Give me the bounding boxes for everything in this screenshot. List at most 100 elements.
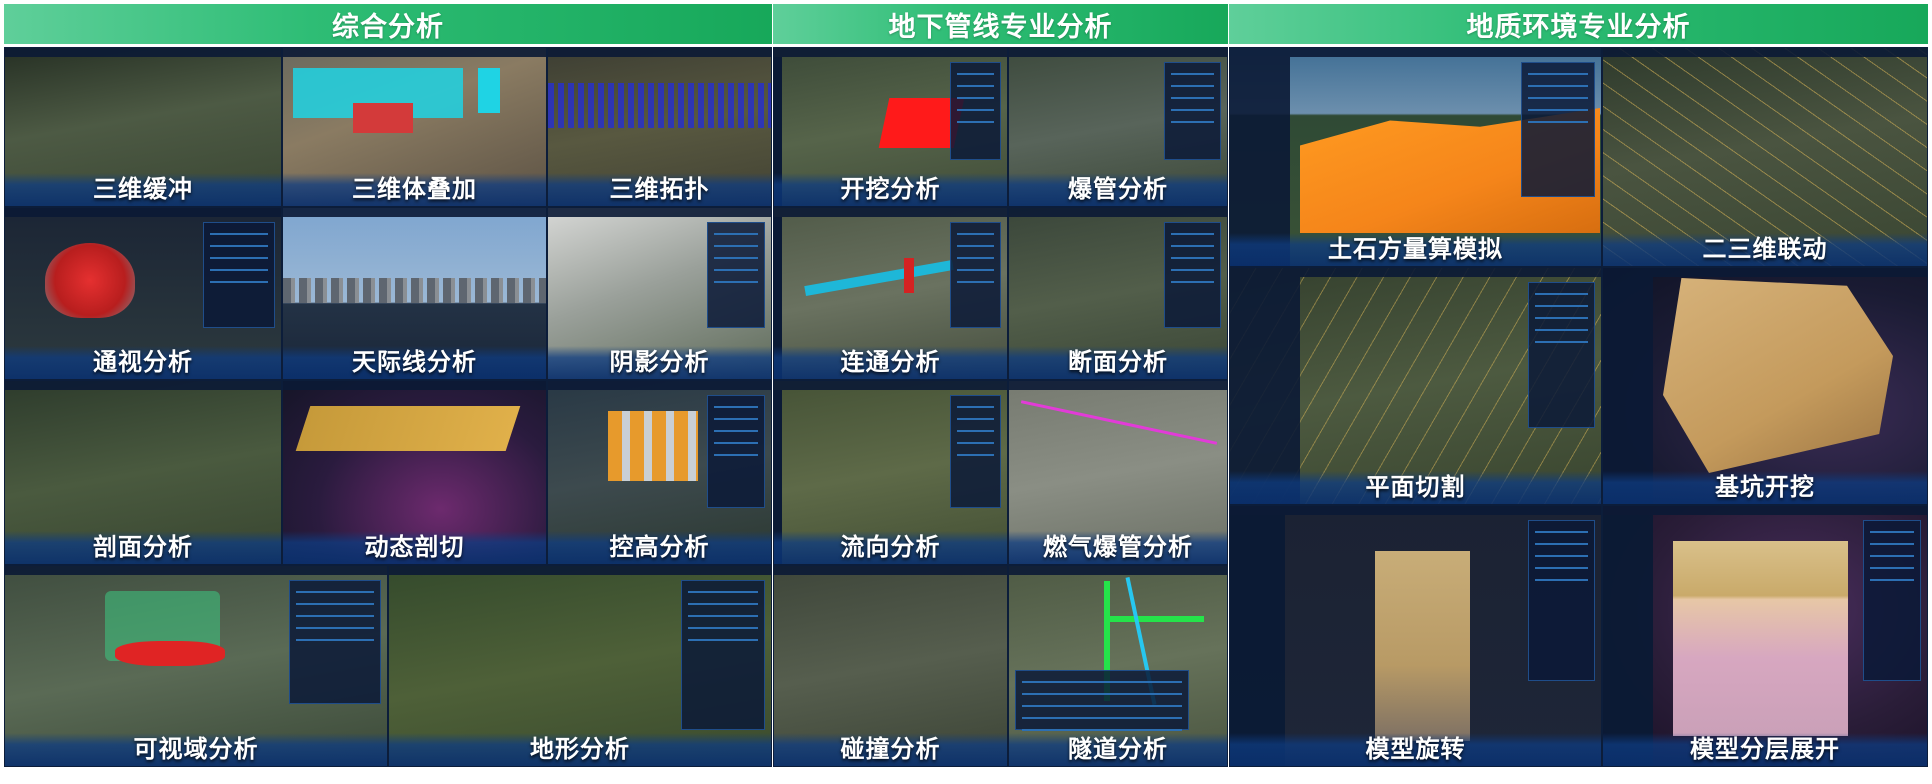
tile-label: 模型旋转: [1365, 735, 1466, 763]
tile-connectivity-analysis[interactable]: 连通分析: [773, 207, 1008, 380]
orange-building-caps: [608, 411, 698, 481]
tile-label: 天际线分析: [352, 348, 477, 376]
app-toolbar: [774, 48, 1007, 57]
tile-label: 通视分析: [93, 348, 193, 376]
settings-panel[interactable]: [680, 580, 765, 730]
tile-model-rotation[interactable]: 模型旋转: [1229, 505, 1602, 767]
settings-panel[interactable]: [1862, 520, 1921, 682]
settings-panel[interactable]: [1164, 222, 1221, 329]
tile-earthwork-simulation[interactable]: 土石方量算模拟: [1229, 47, 1602, 267]
tile-label: 地形分析: [530, 735, 630, 763]
tile-model-layered-expansion[interactable]: 模型分层展开: [1602, 505, 1928, 767]
app-toolbar: [1009, 48, 1227, 57]
blue-topology-points: [548, 83, 771, 128]
tile-label: 二三维联动: [1702, 235, 1828, 263]
app-toolbar: [1009, 381, 1227, 390]
tile-label: 隧道分析: [1068, 735, 1168, 763]
app-toolbar: [1009, 208, 1227, 217]
tile-shadow-analysis[interactable]: 阴影分析: [547, 207, 772, 380]
app-toolbar: [1230, 268, 1601, 277]
app-toolbar: [1230, 48, 1601, 57]
app-toolbar: [1009, 566, 1227, 575]
city-skyline: [283, 278, 546, 303]
app-toolbar: [774, 566, 1007, 575]
tile-collision-analysis[interactable]: 碰撞分析: [773, 565, 1008, 767]
settings-panel[interactable]: [289, 580, 381, 704]
tile-label: 爆管分析: [1068, 175, 1168, 203]
tile-label: 三维体叠加: [352, 175, 477, 203]
tile-label: 动态剖切: [364, 533, 465, 561]
tile-pipe-burst-analysis[interactable]: 爆管分析: [1008, 47, 1228, 207]
tile-label: 连通分析: [840, 348, 941, 376]
tile-cross-section-analysis[interactable]: 断面分析: [1008, 207, 1228, 380]
tile-tunnel-analysis[interactable]: 隧道分析: [1008, 565, 1228, 767]
app-toolbar: [1603, 506, 1927, 515]
tile-label: 流向分析: [840, 533, 941, 561]
tile-visibility-analysis[interactable]: 通视分析: [4, 207, 282, 380]
tile-excavation-analysis[interactable]: 开挖分析: [773, 47, 1008, 207]
settings-panel[interactable]: [1528, 282, 1595, 429]
cyan-pipe: [804, 260, 954, 296]
tile-profile-analysis[interactable]: 剖面分析: [4, 380, 282, 565]
settings-panel[interactable]: [707, 222, 765, 329]
red-sightline-dome: [45, 243, 135, 318]
tile-terrain-analysis[interactable]: 地形分析: [388, 565, 772, 767]
magenta-gas-pipe: [1020, 400, 1218, 445]
section-header-geology: 地质环境专业分析: [1229, 4, 1928, 44]
settings-panel[interactable]: [203, 222, 275, 329]
app-toolbar: [283, 381, 546, 390]
app-toolbar: [548, 208, 771, 217]
app-toolbar: [1603, 268, 1927, 277]
app-toolbar: [774, 381, 1007, 390]
tile-height-control[interactable]: 控高分析: [547, 380, 772, 565]
settings-panel[interactable]: [949, 395, 1001, 509]
app-toolbar: [389, 566, 771, 575]
settings-panel[interactable]: [949, 222, 1001, 329]
settings-panel[interactable]: [1528, 520, 1595, 682]
settings-panel[interactable]: [1164, 62, 1221, 160]
tile-label: 模型分层展开: [1690, 735, 1840, 763]
red-valve: [904, 258, 914, 293]
app-toolbar: [548, 48, 771, 57]
settings-panel[interactable]: [1015, 670, 1190, 730]
tile-3d-topology[interactable]: 三维拓扑: [547, 47, 772, 207]
tile-gas-pipe-burst-analysis[interactable]: 燃气爆管分析: [1008, 380, 1228, 565]
app-toolbar: [5, 381, 281, 390]
app-toolbar: [5, 48, 281, 57]
tile-dynamic-section[interactable]: 动态剖切: [282, 380, 547, 565]
section-header-pipeline: 地下管线专业分析: [773, 4, 1228, 44]
tile-label: 断面分析: [1068, 348, 1168, 376]
tile-label: 碰撞分析: [840, 735, 941, 763]
soil-block-model: [1375, 551, 1470, 741]
tile-label: 三维拓扑: [609, 175, 710, 203]
tile-plane-cutting[interactable]: 平面切割: [1229, 267, 1602, 505]
tile-label: 阴影分析: [609, 348, 710, 376]
tile-label: 开挖分析: [840, 175, 941, 203]
tile-label: 燃气爆管分析: [1043, 533, 1193, 561]
tile-label: 剖面分析: [93, 533, 193, 561]
tile-flow-direction-analysis[interactable]: 流向分析: [773, 380, 1008, 565]
green-pipe-horizontal: [1104, 616, 1204, 622]
tile-3d-volume-overlay[interactable]: 三维体叠加: [282, 47, 547, 207]
layered-soil-block: [1673, 541, 1848, 736]
cyan-tower: [478, 68, 500, 113]
tile-label: 土石方量算模拟: [1328, 235, 1503, 263]
tile-label: 平面切割: [1365, 473, 1466, 501]
red-building: [353, 103, 413, 133]
tile-label: 三维缓冲: [93, 175, 193, 203]
settings-panel[interactable]: [949, 62, 1001, 160]
tile-foundation-pit-excavation[interactable]: 基坑开挖: [1602, 267, 1928, 505]
settings-panel[interactable]: [707, 395, 765, 509]
app-toolbar: [283, 208, 546, 217]
app-toolbar: [1603, 48, 1927, 57]
tile-label: 控高分析: [609, 533, 710, 561]
app-toolbar: [5, 208, 281, 217]
app-toolbar: [5, 566, 387, 575]
tile-viewshed-analysis[interactable]: 可视域分析: [4, 565, 388, 767]
red-visible-area: [115, 641, 225, 666]
settings-panel[interactable]: [1520, 62, 1595, 198]
tile-3d-buffer[interactable]: 三维缓冲: [4, 47, 282, 207]
tile-skyline-analysis[interactable]: 天际线分析: [282, 207, 547, 380]
app-toolbar: [283, 48, 546, 57]
tile-2d-3d-linkage[interactable]: 二三维联动: [1602, 47, 1928, 267]
